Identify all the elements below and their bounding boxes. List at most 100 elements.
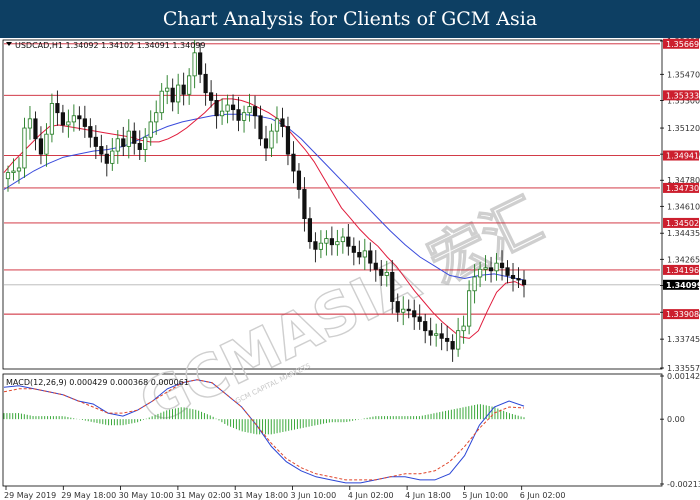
candle-body	[329, 238, 334, 246]
candle-body	[296, 170, 302, 190]
candle-body	[49, 103, 55, 135]
candle-body	[55, 103, 60, 114]
candle-body	[417, 316, 422, 322]
candle-body	[230, 104, 236, 111]
candle-body	[439, 333, 444, 339]
candle-body	[280, 118, 285, 127]
candle-body	[505, 267, 510, 276]
candle-body	[5, 172, 11, 180]
time-tick-label: 31 May 18:00	[233, 491, 288, 500]
time-tick-label: 3 Jun 10:00	[291, 491, 337, 500]
time-tick-label: 4 Jun 18:00	[405, 491, 451, 500]
candle-body	[412, 310, 417, 318]
time-tick-label: 5 Jun 10:00	[462, 491, 508, 500]
candle-body	[154, 112, 159, 123]
candle-body	[477, 268, 483, 278]
level-tag-label: 1.34730	[666, 184, 699, 193]
candle-body	[521, 279, 527, 286]
symbol-info: USDCAD,H1 1.34092 1.34102 1.34091 1.3409…	[6, 41, 205, 50]
candle-body	[16, 167, 22, 172]
candle-body	[346, 236, 351, 247]
macd-info-text: MACD(12,26,9) 0.000429 0.000368 0.000061	[6, 378, 189, 387]
candle-body	[373, 262, 378, 270]
candle-body	[225, 104, 230, 112]
candle-body	[33, 118, 38, 140]
candle-body	[82, 118, 87, 127]
candle-body	[384, 271, 389, 276]
candle-body	[362, 250, 367, 258]
candle-body	[219, 110, 225, 117]
candle-body	[269, 130, 274, 149]
candle-body	[165, 87, 170, 92]
candle-body	[137, 142, 142, 150]
level-tag-label: 1.34941	[666, 152, 699, 161]
macd-tick-label: 0.00	[667, 415, 685, 424]
candle-body	[351, 245, 356, 253]
price-tick-label: 1.35120	[667, 124, 700, 133]
candle-body	[203, 73, 208, 94]
candle-body	[247, 106, 252, 114]
candle-body	[494, 262, 499, 272]
chart-title: Chart Analysis for Clients of GCM Asia	[162, 8, 538, 30]
candle-body	[467, 290, 472, 327]
level-tag-label: 1.33908	[666, 310, 699, 319]
candle-body	[209, 92, 214, 101]
candle-body	[318, 242, 323, 250]
candle-body	[110, 150, 115, 164]
price-axis: 1.356871.354701.353001.351201.349501.347…	[660, 38, 700, 373]
candle-body	[324, 238, 329, 244]
candle-body	[44, 133, 49, 155]
price-tick-label: 1.34435	[667, 229, 700, 238]
price-tick-label: 1.34610	[667, 202, 700, 211]
symbol-info-text: USDCAD,H1 1.34092 1.34102 1.34091 1.3409…	[15, 41, 205, 50]
candle-body	[379, 268, 384, 276]
candle-body	[313, 241, 318, 250]
candle-body	[461, 325, 466, 332]
candle-body	[187, 75, 192, 95]
candle-body	[181, 84, 186, 95]
candle-body	[198, 52, 203, 75]
time-tick-label: 4 Jun 02:00	[348, 491, 394, 500]
candle-body	[423, 321, 428, 332]
candle-body	[434, 333, 439, 336]
candle-body	[241, 112, 247, 121]
candle-body	[176, 84, 181, 103]
time-tick-label: 30 May 10:00	[119, 491, 174, 500]
candle-body	[236, 109, 241, 121]
price-tick-label: 1.34265	[667, 255, 700, 264]
candle-body	[99, 146, 104, 155]
candle-body	[488, 267, 494, 272]
price-tick-label: 1.33745	[667, 335, 700, 344]
candle-body	[38, 138, 44, 155]
candle-body	[93, 136, 98, 147]
macd-tick-label: -0.002136	[667, 480, 700, 489]
candle-body	[335, 241, 340, 246]
candle-body	[148, 121, 153, 138]
candle-body	[121, 138, 126, 147]
candle-body	[368, 250, 373, 264]
price-tick-label: 1.35470	[667, 70, 700, 79]
macd-tick-label: 0.001422	[667, 372, 700, 381]
candle-body	[395, 301, 400, 313]
time-axis: 29 May 2019 29 May 18:00 30 May 10:00 31 Ma…	[4, 486, 565, 500]
candle-body	[104, 153, 109, 164]
candle-body	[115, 138, 120, 152]
current-price-label: 1.34099	[666, 281, 700, 290]
candle-body	[472, 276, 477, 292]
candle-body	[406, 308, 411, 312]
candle-body	[401, 308, 406, 313]
candle-body	[60, 112, 65, 126]
candle-body	[159, 90, 164, 114]
level-tag-label: 1.35333	[666, 91, 699, 100]
candle-body	[357, 251, 362, 258]
time-tick-label: 29 May 18:00	[61, 491, 116, 500]
candle-body	[214, 100, 219, 117]
level-tag-label: 1.34196	[666, 266, 699, 275]
candle-body	[274, 118, 280, 132]
candle-body	[22, 127, 27, 169]
level-tag-label: 1.34502	[666, 219, 699, 228]
candle-body	[88, 126, 93, 138]
candle-body	[456, 330, 461, 350]
time-tick-label: 31 May 02:00	[176, 491, 231, 500]
candle-body	[170, 87, 175, 103]
